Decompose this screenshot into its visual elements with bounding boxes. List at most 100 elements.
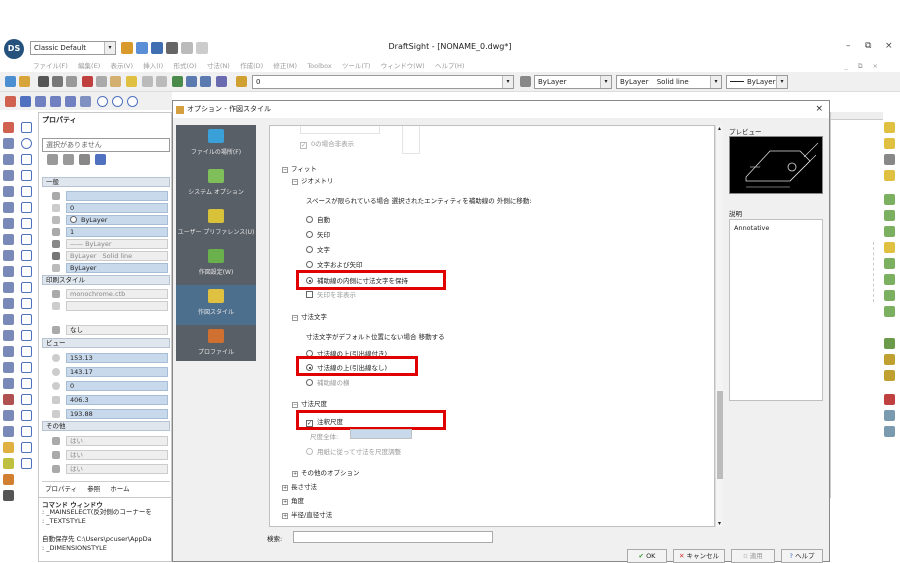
simple-note-icon[interactable] (21, 394, 32, 405)
tree-dim-scale[interactable]: − 寸法尺度 (292, 398, 327, 408)
tree-dim-text[interactable]: − 寸法文字 (292, 311, 327, 321)
section-print-style[interactable]: 印刷スタイル (42, 275, 170, 285)
view-row-center-z[interactable]: 0 (42, 381, 171, 391)
prop-print-none-row[interactable]: なし (42, 325, 171, 335)
prop-print-table-row[interactable]: monochrome.ctb (42, 289, 171, 299)
table-draw-icon[interactable] (21, 362, 32, 373)
radius-dim-icon[interactable] (884, 170, 895, 181)
redo-icon[interactable] (156, 76, 167, 87)
edit-dim-icon[interactable] (884, 354, 895, 365)
reference-icon[interactable] (21, 458, 32, 469)
suppress-arrows-checkbox[interactable] (306, 291, 313, 298)
text-icon[interactable] (3, 378, 14, 389)
zoom-icon[interactable] (66, 76, 77, 87)
view-row-height[interactable]: 193.88 (42, 409, 171, 419)
other-row-2[interactable]: はい (42, 450, 171, 460)
nav-profiles[interactable]: プロファイル (176, 325, 256, 365)
tree-other-options[interactable]: + その他のオプション (292, 467, 360, 477)
radio-arrow[interactable]: 矢印 (306, 229, 330, 239)
prop-linestyle-row[interactable]: ByLayer Solid line (42, 251, 171, 261)
menu-window[interactable]: ウィンドウ(W) (381, 62, 425, 70)
scroll-down-icon[interactable]: ▾ (716, 520, 723, 527)
rotate-icon[interactable] (3, 218, 14, 229)
tab-reference[interactable]: 参照 (87, 485, 100, 493)
erase-icon[interactable] (3, 122, 14, 133)
mirror-icon[interactable] (3, 154, 14, 165)
block-draw-icon[interactable] (21, 410, 32, 421)
color-dropdown[interactable]: ByLayer ▾ (534, 75, 612, 89)
aligned-dim-icon[interactable] (884, 138, 895, 149)
hide-if-zero-checkbox[interactable]: ✓ (300, 142, 307, 149)
region-icon[interactable] (80, 96, 91, 107)
properties-icon[interactable] (216, 76, 227, 87)
fillet-icon[interactable] (3, 346, 14, 357)
trim-icon[interactable] (3, 266, 14, 277)
mdi-minimize[interactable]: _ (844, 62, 847, 70)
menu-tools[interactable]: ツール(T) (342, 62, 371, 70)
print-icon[interactable] (38, 76, 49, 87)
view-row-center-x[interactable]: 153.13 (42, 353, 171, 363)
angular-dim-icon[interactable] (884, 154, 895, 165)
radio-auto[interactable]: 自動 (306, 214, 330, 224)
mdi-controls[interactable]: _ ⧉ × (844, 60, 886, 72)
expand-icon[interactable]: + (282, 513, 288, 519)
tab-home[interactable]: ホーム (110, 485, 129, 493)
app-logo[interactable]: DS (4, 39, 24, 59)
menu-draw[interactable]: 作成(D) (240, 62, 263, 70)
apply-button[interactable]: ▫ 適用 (731, 549, 775, 563)
nav-file-locations[interactable]: ファイルの場所(F) (176, 125, 256, 165)
match-properties-icon[interactable] (126, 76, 137, 87)
hide-if-zero-row[interactable]: ✓ 0の場合非表示 (300, 138, 354, 149)
prop-transparency-row[interactable]: ByLayer (42, 263, 171, 273)
copy-icon[interactable] (96, 76, 107, 87)
collapse-icon[interactable]: − (292, 315, 298, 321)
circle-draw-icon[interactable] (21, 138, 32, 149)
maximize-button[interactable]: ⧉ (865, 41, 871, 51)
tree-placement[interactable]: − ジオメトリ (292, 175, 334, 185)
search-input[interactable] (293, 531, 493, 543)
leader-icon[interactable] (884, 242, 895, 253)
layer-dropdown[interactable]: 0 ▾ (252, 75, 514, 89)
tab-properties[interactable]: プロパティ (45, 485, 77, 493)
suppress-arrows-option[interactable]: 矢印を非表示 (306, 289, 356, 299)
quick-select-icon[interactable] (63, 154, 74, 165)
delete-dim-icon[interactable] (884, 394, 895, 405)
options-scrollbar[interactable]: ▴ ▾ (715, 125, 723, 527)
layer-manager-icon[interactable] (236, 76, 247, 87)
scale-icon[interactable] (3, 234, 14, 245)
boundary-icon[interactable] (21, 346, 32, 357)
cut-icon[interactable] (82, 76, 93, 87)
mdi-restore[interactable]: ⧉ (858, 62, 863, 70)
prop-color-row[interactable] (42, 191, 171, 201)
new-file-icon[interactable] (5, 76, 16, 87)
pan-icon[interactable] (172, 76, 183, 87)
break-icon[interactable] (3, 298, 14, 309)
scroll-up-icon[interactable]: ▴ (716, 125, 723, 132)
section-view[interactable]: ビュー (42, 338, 170, 348)
toggle-icon[interactable] (95, 154, 106, 165)
copy-entity-icon[interactable] (3, 138, 14, 149)
expand-icon[interactable]: + (282, 499, 288, 505)
menu-edit[interactable]: 編集(E) (78, 62, 100, 70)
move-icon[interactable] (3, 202, 14, 213)
text-option-beside-radio[interactable] (306, 379, 313, 386)
section-general[interactable]: 一般 (42, 177, 170, 187)
collapse-icon[interactable]: − (292, 402, 298, 408)
menu-file[interactable]: ファイル(F) (33, 62, 68, 70)
close-button[interactable]: × (885, 41, 893, 51)
infinite-line-icon[interactable] (21, 282, 32, 293)
text-option-beside[interactable]: 補助線の横 (306, 377, 350, 387)
attribute-icon[interactable] (3, 474, 14, 485)
scale-to-layout-option[interactable]: 用紙に従って寸法を尺度調整 (306, 446, 401, 456)
new-icon[interactable] (121, 42, 133, 54)
nav-user-preferences[interactable]: ユーザー プリファレンス(U) (176, 205, 256, 245)
tree-radius-diameter[interactable]: + 半径/直径寸法 (282, 509, 332, 519)
ok-button[interactable]: ✔ OK (627, 549, 667, 563)
pattern-icon[interactable] (3, 186, 14, 197)
view-row-center-y[interactable]: 143.17 (42, 367, 171, 377)
help-button[interactable]: ? ヘルプ (781, 549, 823, 563)
radio-auto-input[interactable] (306, 216, 313, 223)
menu-view[interactable]: 表示(V) (110, 62, 133, 70)
overall-scale-option[interactable]: 尺度全体: (310, 431, 338, 441)
wipeout-icon[interactable] (21, 234, 32, 245)
